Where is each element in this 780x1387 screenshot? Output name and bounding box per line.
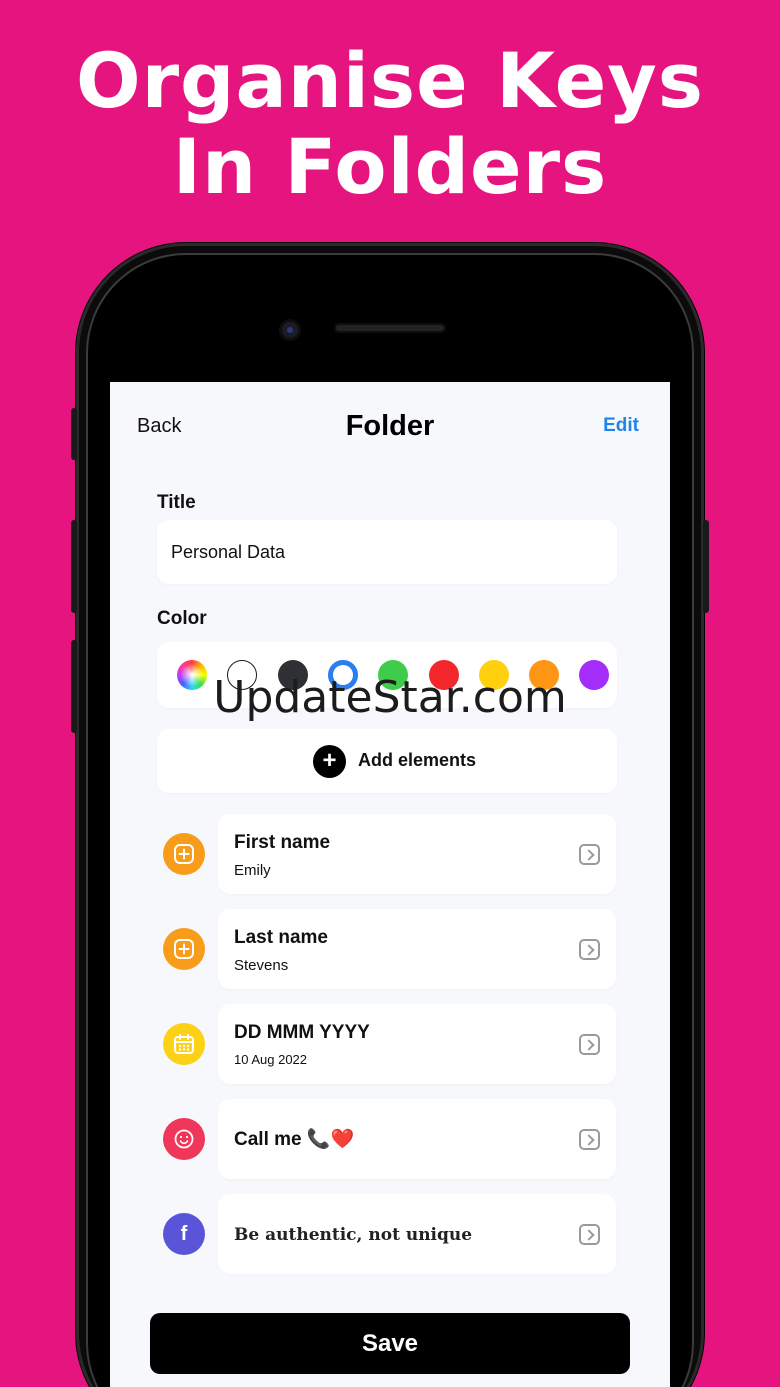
edit-button[interactable]: Edit	[603, 415, 639, 437]
title-field-value: Personal Data	[171, 542, 286, 562]
watermark-text: UpdateStar.com	[213, 672, 567, 723]
earpiece-speaker	[334, 323, 446, 333]
chevron-right-icon[interactable]	[579, 844, 600, 865]
color-label: Color	[157, 608, 207, 629]
list-item[interactable]: Last name Stevens	[218, 909, 616, 989]
save-button[interactable]: Save	[150, 1313, 630, 1374]
plus-square-icon	[163, 928, 205, 970]
item-title: Last name	[234, 927, 328, 948]
phone-power-button	[703, 520, 709, 613]
list-item[interactable]: 𝐁𝐞 𝐚𝐮𝐭𝐡𝐞𝐧𝐭𝐢𝐜, 𝐧𝐨𝐭 𝐮𝐧𝐢𝐪𝐮𝐞	[218, 1194, 616, 1274]
plus-square-icon	[163, 833, 205, 875]
item-title: DD MMM YYYY	[234, 1022, 370, 1043]
facebook-icon: f	[163, 1213, 205, 1255]
chevron-right-icon[interactable]	[579, 1034, 600, 1055]
add-elements-label: Add elements	[358, 750, 477, 770]
item-subtitle: Emily	[234, 862, 271, 879]
smile-icon	[163, 1118, 205, 1160]
list-item[interactable]: First name Emily	[218, 814, 616, 894]
add-icon: +	[313, 745, 346, 778]
item-subtitle: Stevens	[234, 957, 289, 974]
item-subtitle: 10 Aug 2022	[234, 1052, 308, 1067]
chevron-right-icon[interactable]	[579, 1129, 600, 1150]
phone-volume-down	[71, 640, 77, 733]
chevron-right-icon[interactable]	[579, 939, 600, 960]
title-field[interactable]: Personal Data	[157, 520, 617, 584]
chevron-right-icon[interactable]	[579, 1224, 600, 1245]
title-label: Title	[157, 492, 196, 513]
item-title: First name	[234, 832, 331, 853]
page-title: Folder	[345, 410, 435, 442]
list-item[interactable]: Call me 📞❤️	[218, 1099, 616, 1179]
add-elements-button[interactable]: + Add elements	[157, 729, 617, 793]
headline-line-2: In Folders	[172, 122, 608, 211]
app-screen: Back Folder Edit Title Personal Data Col…	[110, 382, 670, 1387]
phone-volume-up	[71, 520, 77, 613]
headline: Organise Keys In Folders	[0, 38, 780, 210]
front-camera-icon	[279, 319, 301, 341]
headline-line-1: Organise Keys	[75, 36, 705, 125]
calendar-icon	[163, 1023, 205, 1065]
list-item[interactable]: DD MMM YYYY 10 Aug 2022	[218, 1004, 616, 1084]
item-title: Call me 📞❤️	[234, 1129, 355, 1150]
phone-mute-switch	[71, 408, 77, 460]
item-title: 𝐁𝐞 𝐚𝐮𝐭𝐡𝐞𝐧𝐭𝐢𝐜, 𝐧𝐨𝐭 𝐮𝐧𝐢𝐪𝐮𝐞	[234, 1225, 473, 1245]
navigation-bar: Back Folder Edit	[110, 382, 670, 472]
